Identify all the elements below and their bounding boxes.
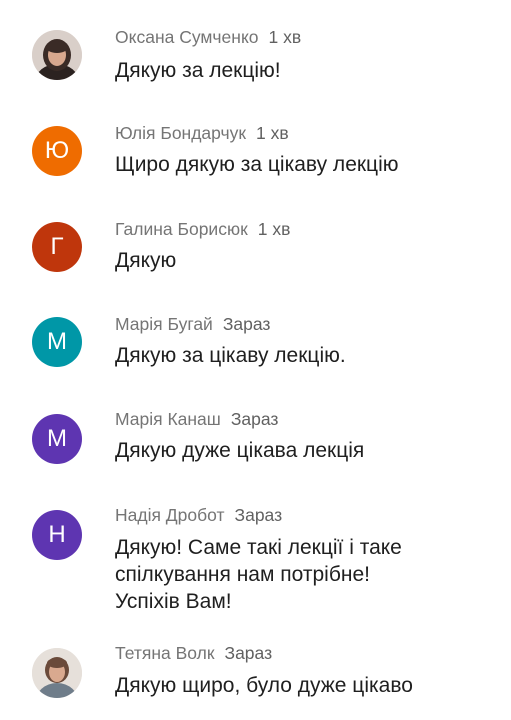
message-text: Дякую дуже цікава лекція [115,439,365,462]
message-header: Юлія Бондарчук 1 хв [115,122,289,144]
avatar[interactable] [32,30,82,80]
user-photo-icon [32,30,82,80]
message-header: Оксана Сумченко 1 хв [115,26,301,48]
message-text: Дякую! Саме такі лекції і таке спілкуван… [115,534,495,615]
message-text-line: спілкування нам потрібне! [115,563,370,586]
author-name: Марія Бугай [115,314,213,334]
avatar[interactable]: М [32,317,82,367]
message-header: Марія Бугай Зараз [115,313,270,335]
avatar[interactable]: Ю [32,126,82,176]
message-text: Щиро дякую за цікаву лекцію [115,153,399,176]
user-photo-icon [32,648,82,698]
avatar[interactable]: Г [32,222,82,272]
message-time: 1 хв [256,123,289,143]
chat-feed: Оксана Сумченко 1 хв Дякую за лекцію! Ю Ю… [0,0,511,720]
message-time: 1 хв [257,219,291,239]
message-text-line: Дякую! Саме такі лекції і таке [115,536,402,559]
message-header: Галина Борисюк 1 хв [115,218,290,240]
message-time: Зараз [222,314,271,334]
message-text: Дякую за лекцію! [115,59,281,82]
message-time: 1 хв [268,27,302,47]
author-name: Тетяна Волк [115,643,215,663]
author-name: Галина Борисюк [115,219,248,239]
avatar[interactable]: М [32,414,82,464]
author-name: Юлія Бондарчук [115,123,247,143]
author-name: Оксана Сумченко [115,27,259,47]
message-header: Надія Дробот Зараз [115,504,282,526]
author-name: Надія Дробот [115,505,225,525]
message-text: Дякую за цікаву лекцію. [115,344,346,367]
message-time: Зараз [230,409,279,429]
message-time: Зараз [224,643,273,663]
message-header: Тетяна Волк Зараз [115,642,272,664]
message-header: Марія Канаш Зараз [115,408,278,430]
avatar[interactable] [32,648,82,698]
avatar[interactable]: Н [32,510,82,560]
message-text: Дякую [115,249,177,272]
message-time: Зараз [234,505,283,525]
message-text: Дякую щиро, було дуже цікаво [115,674,413,697]
message-text-line: Успіхів Вам! [115,590,232,613]
author-name: Марія Канаш [115,409,221,429]
